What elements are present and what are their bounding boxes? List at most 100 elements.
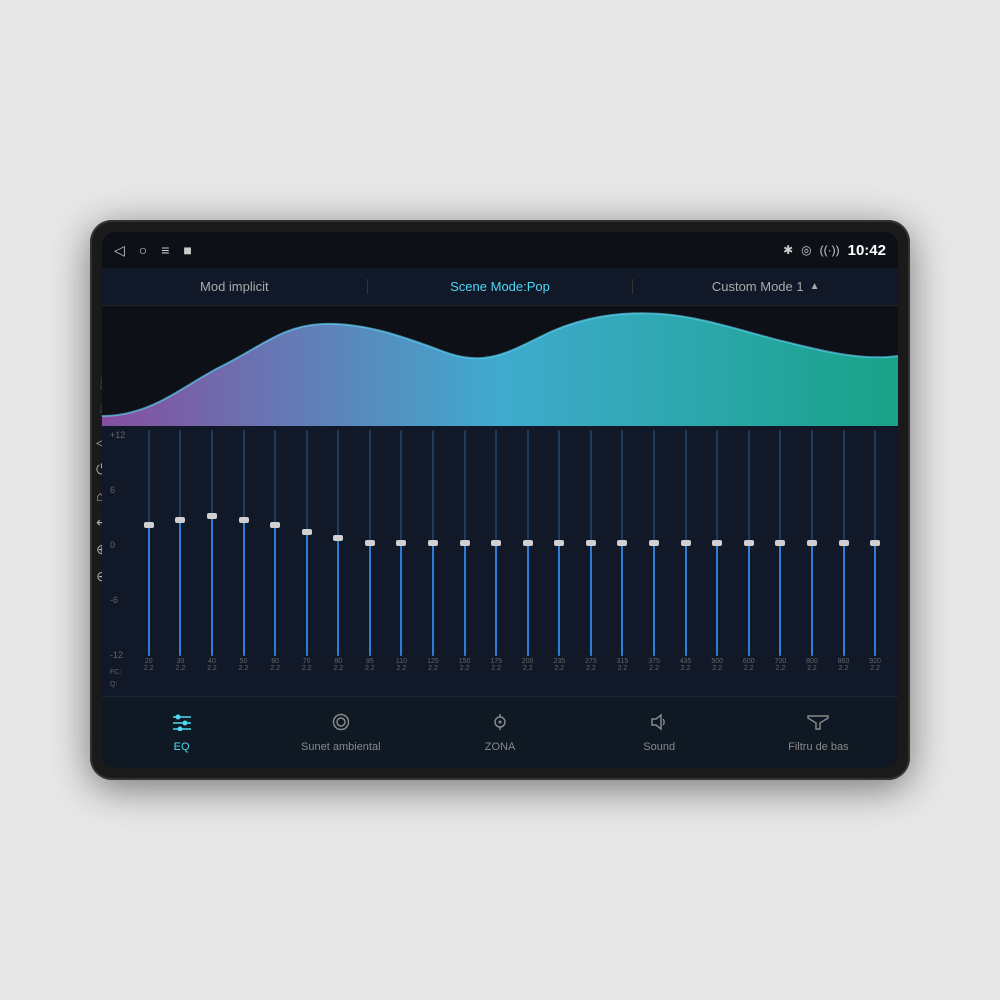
- tab-sound-label: Sound: [643, 741, 675, 753]
- slider-col-60[interactable]: [260, 430, 290, 658]
- slider-thumb-80[interactable]: [333, 535, 343, 541]
- slider-thumb-125[interactable]: [428, 540, 438, 546]
- slider-track-800: [811, 430, 813, 656]
- freq-label-150: 1502.2: [450, 658, 480, 672]
- slider-col-40[interactable]: [197, 430, 227, 658]
- slider-col-110[interactable]: [387, 430, 417, 658]
- slider-col-275[interactable]: [576, 430, 606, 658]
- slider-col-315[interactable]: [608, 430, 638, 658]
- sound-icon: [648, 713, 670, 737]
- slider-col-800[interactable]: [797, 430, 827, 658]
- mode-implicit[interactable]: Mod implicit: [102, 279, 368, 294]
- back-nav-icon[interactable]: ◁: [114, 242, 125, 259]
- slider-fill-200: [527, 543, 529, 656]
- freq-label-600: 6002.2: [734, 658, 764, 672]
- slider-col-920[interactable]: [860, 430, 890, 658]
- slider-thumb-150[interactable]: [460, 540, 470, 546]
- slider-fill-235: [558, 543, 560, 656]
- slider-thumb-920[interactable]: [870, 540, 880, 546]
- sliders-container: [134, 430, 890, 658]
- location-icon: ◎: [801, 243, 811, 257]
- tab-eq[interactable]: EQ: [102, 705, 261, 761]
- mode-scene[interactable]: Scene Mode:Pop: [368, 279, 634, 294]
- slider-fill-275: [590, 543, 592, 656]
- slider-fill-435: [685, 543, 687, 656]
- tab-zona-label: ZONA: [485, 741, 516, 753]
- slider-thumb-60[interactable]: [270, 522, 280, 528]
- slider-fill-375: [653, 543, 655, 656]
- db-labels: +12 6 0 -6 -12: [110, 430, 125, 660]
- slider-fill-60: [274, 525, 276, 656]
- slider-thumb-200[interactable]: [523, 540, 533, 546]
- slider-fill-50: [243, 520, 245, 656]
- slider-col-500[interactable]: [702, 430, 732, 658]
- slider-thumb-315[interactable]: [617, 540, 627, 546]
- slider-col-700[interactable]: [766, 430, 796, 658]
- slider-thumb-30[interactable]: [175, 517, 185, 523]
- slider-col-70[interactable]: [292, 430, 322, 658]
- tab-filtru-de-bas[interactable]: Filtru de bas: [739, 705, 898, 761]
- slider-thumb-800[interactable]: [807, 540, 817, 546]
- freq-label-200: 2002.2: [513, 658, 543, 672]
- screen: ◁ ○ ≡ ■ ✱ ◎ ((·)) 10:42 Mod implicit Sce…: [102, 232, 898, 768]
- menu-nav-icon[interactable]: ≡: [161, 242, 169, 258]
- tab-sunet-ambiental[interactable]: Sunet ambiental: [261, 705, 420, 761]
- tab-zona[interactable]: ZONA: [420, 705, 579, 761]
- slider-thumb-275[interactable]: [586, 540, 596, 546]
- freq-label-315: 3152.2: [608, 658, 638, 672]
- slider-col-150[interactable]: [450, 430, 480, 658]
- slider-thumb-110[interactable]: [396, 540, 406, 546]
- slider-thumb-600[interactable]: [744, 540, 754, 546]
- slider-fill-125: [432, 543, 434, 656]
- slider-col-860[interactable]: [829, 430, 859, 658]
- slider-thumb-95[interactable]: [365, 540, 375, 546]
- slider-thumb-235[interactable]: [554, 540, 564, 546]
- slider-thumb-20[interactable]: [144, 522, 154, 528]
- slider-thumb-70[interactable]: [302, 529, 312, 535]
- slider-col-80[interactable]: [323, 430, 353, 658]
- slider-thumb-435[interactable]: [681, 540, 691, 546]
- db-plus12: +12: [110, 430, 125, 440]
- freq-label-50: 502.2: [229, 658, 259, 672]
- sunet-icon: [330, 713, 352, 737]
- slider-col-30[interactable]: [166, 430, 196, 658]
- tab-sunet-label: Sunet ambiental: [301, 741, 381, 753]
- slider-col-200[interactable]: [513, 430, 543, 658]
- slider-col-20[interactable]: [134, 430, 164, 658]
- tab-eq-label: EQ: [174, 741, 190, 753]
- slider-track-50: [243, 430, 245, 656]
- slider-thumb-50[interactable]: [239, 517, 249, 523]
- slider-track-60: [274, 430, 276, 656]
- slider-fill-600: [748, 543, 750, 656]
- slider-track-110: [400, 430, 402, 656]
- freq-label-800: 8002.2: [797, 658, 827, 672]
- slider-fill-315: [621, 543, 623, 656]
- slider-col-435[interactable]: [671, 430, 701, 658]
- slider-thumb-860[interactable]: [839, 540, 849, 546]
- slider-thumb-175[interactable]: [491, 540, 501, 546]
- slider-track-700: [779, 430, 781, 656]
- home-nav-icon[interactable]: ○: [139, 242, 147, 258]
- slider-col-175[interactable]: [481, 430, 511, 658]
- slider-thumb-700[interactable]: [775, 540, 785, 546]
- slider-thumb-500[interactable]: [712, 540, 722, 546]
- mode-custom[interactable]: Custom Mode 1 ▲: [633, 279, 898, 294]
- slider-thumb-40[interactable]: [207, 513, 217, 519]
- slider-col-375[interactable]: [639, 430, 669, 658]
- slider-fill-20: [148, 525, 150, 656]
- slider-fill-860: [843, 543, 845, 656]
- device-body: MIC RST ◁ ⏻ ⌂ ↩ ⊕ ⊖ ◁ ○ ≡ ■ ✱ ◎ ((·)) 10…: [90, 220, 910, 780]
- q-label: Q:: [110, 681, 117, 688]
- slider-col-235[interactable]: [545, 430, 575, 658]
- slider-col-50[interactable]: [229, 430, 259, 658]
- freq-label-80: 802.2: [323, 658, 353, 672]
- slider-col-125[interactable]: [418, 430, 448, 658]
- tab-sound[interactable]: Sound: [580, 705, 739, 761]
- slider-col-95[interactable]: [355, 430, 385, 658]
- slider-fill-40: [211, 516, 213, 656]
- recent-nav-icon[interactable]: ■: [183, 242, 191, 258]
- freq-label-700: 7002.2: [766, 658, 796, 672]
- slider-thumb-375[interactable]: [649, 540, 659, 546]
- slider-col-600[interactable]: [734, 430, 764, 658]
- slider-fill-175: [495, 543, 497, 656]
